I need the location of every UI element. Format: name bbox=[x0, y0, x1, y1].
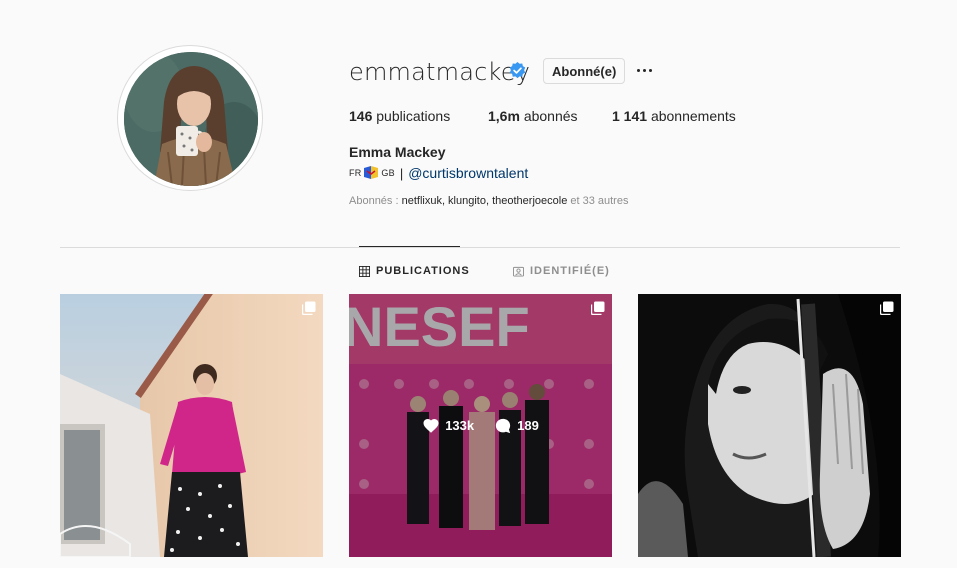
tabs-divider bbox=[60, 247, 900, 248]
post-image bbox=[60, 294, 323, 557]
likes-value: 133k bbox=[445, 418, 475, 433]
active-tab-indicator bbox=[359, 246, 460, 247]
avatar[interactable] bbox=[124, 52, 258, 186]
bio-separator: | bbox=[399, 165, 404, 181]
following-count: 1 141 bbox=[612, 108, 648, 124]
following-button[interactable]: Abonné(e) bbox=[543, 58, 626, 84]
following-label: abonnements bbox=[650, 108, 736, 124]
comment-icon bbox=[495, 418, 511, 433]
multiple-images-icon bbox=[302, 301, 316, 315]
followed-by[interactable]: Abonnés : netflixuk, klungito, theotherj… bbox=[349, 195, 628, 207]
post-tile[interactable]: NESEF 133k 189 bbox=[349, 294, 612, 557]
tab-publications-label: PUBLICATIONS bbox=[376, 265, 470, 277]
comments-value: 189 bbox=[517, 418, 539, 433]
post-tile[interactable] bbox=[638, 294, 901, 557]
grid-icon bbox=[359, 265, 370, 277]
post-image bbox=[638, 294, 901, 557]
likes-count: 133k bbox=[422, 417, 474, 435]
heart-icon bbox=[423, 418, 439, 433]
post-tile[interactable] bbox=[60, 294, 323, 557]
tab-tagged-label: IDENTIFIÉ(E) bbox=[530, 265, 610, 277]
multiple-images-icon bbox=[880, 301, 894, 315]
verified-badge-icon bbox=[509, 62, 526, 79]
posts-count: 146 bbox=[349, 108, 373, 124]
tab-tagged[interactable]: IDENTIFIÉ(E) bbox=[513, 265, 610, 277]
bio-link[interactable]: @curtisbrowntalent bbox=[408, 165, 528, 181]
post-hover-overlay: 133k 189 bbox=[349, 294, 612, 557]
posts-label: publications bbox=[376, 108, 451, 124]
followers-stat[interactable]: 1,6m abonnés bbox=[488, 108, 578, 124]
tagged-icon bbox=[513, 266, 524, 277]
multiple-images-icon bbox=[591, 301, 605, 315]
flags-emoji-icon bbox=[364, 166, 379, 179]
profile-bio: FR GB | @curtisbrowntalent bbox=[349, 165, 528, 181]
tab-publications[interactable]: PUBLICATIONS bbox=[359, 265, 470, 277]
followed-by-suffix: et 33 autres bbox=[567, 195, 629, 207]
comments-count: 189 bbox=[494, 417, 539, 435]
followed-by-names: netflixuk, klungito, theotherjoecole bbox=[401, 195, 568, 207]
profile-username: emmatmackey bbox=[349, 58, 531, 86]
followed-by-prefix: Abonnés : bbox=[349, 195, 402, 207]
followers-count: 1,6m bbox=[488, 108, 520, 124]
following-stat[interactable]: 1 141 abonnements bbox=[612, 108, 736, 124]
more-options-icon[interactable] bbox=[634, 60, 654, 80]
profile-full-name: Emma Mackey bbox=[349, 144, 446, 160]
bio-suffix: GB bbox=[381, 168, 395, 178]
bio-prefix: FR bbox=[349, 168, 362, 178]
followers-label: abonnés bbox=[523, 108, 578, 124]
posts-stat: 146 publications bbox=[349, 108, 450, 124]
